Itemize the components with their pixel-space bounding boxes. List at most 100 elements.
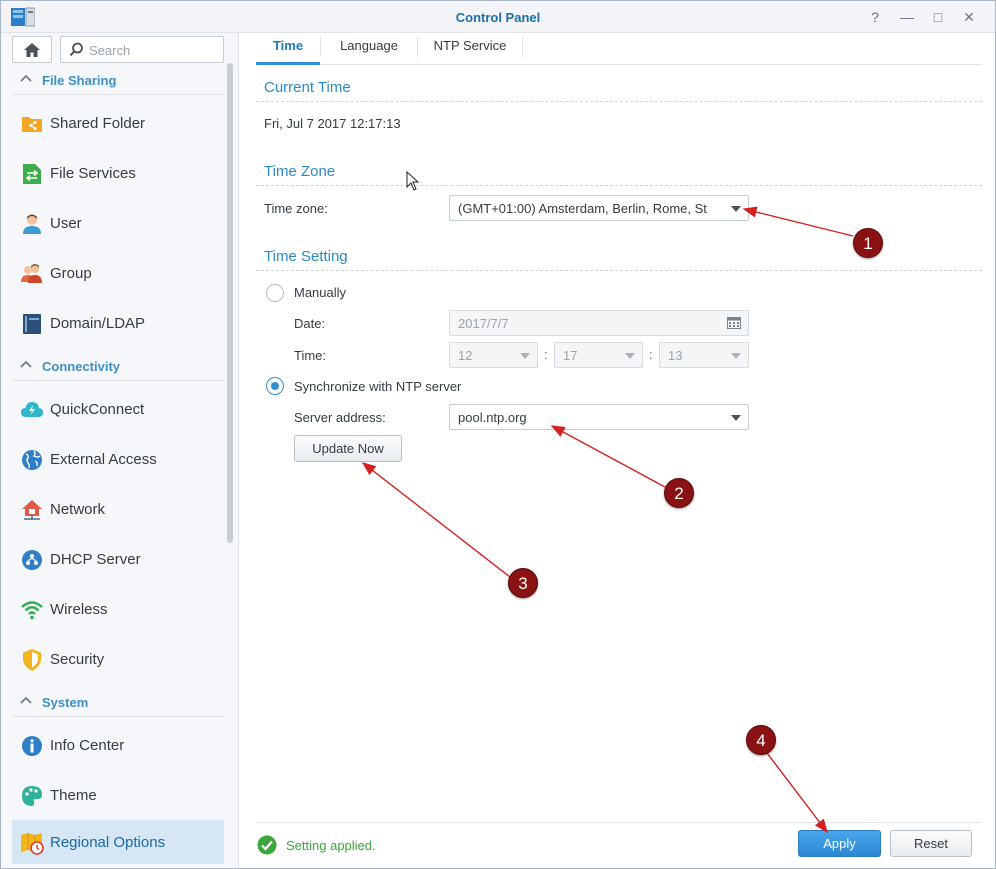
sidebar-item-wireless[interactable]: Wireless	[12, 587, 224, 631]
sidebar-scroll-thumb[interactable]	[227, 63, 233, 543]
info-icon	[22, 736, 42, 756]
title-bar[interactable]: Control Panel ? — □ ✕	[1, 1, 995, 33]
calendar-icon[interactable]	[727, 317, 741, 329]
divider	[256, 101, 982, 102]
chevron-up-icon	[20, 360, 32, 368]
file-services-icon	[23, 164, 41, 184]
group-icon	[21, 264, 42, 283]
time-colon: :	[649, 347, 653, 362]
time-setting-heading: Time Setting	[264, 248, 348, 265]
search-icon	[69, 42, 83, 57]
sidebar-item-regional-options[interactable]: Regional Options	[12, 820, 224, 864]
shared-folder-icon	[22, 117, 42, 132]
date-field[interactable]: 2017/7/7	[449, 310, 749, 336]
control-panel-window: Control Panel ? — □ ✕ File Sharing	[0, 0, 996, 869]
sidebar-item-label: Info Center	[50, 737, 125, 754]
minute-select[interactable]: 17	[554, 342, 643, 368]
section-label: System	[42, 695, 89, 710]
current-time-heading: Current Time	[264, 79, 351, 96]
sidebar-item-label: Wireless	[50, 601, 108, 618]
sidebar-item-label: DHCP Server	[50, 551, 141, 568]
ntp-radio[interactable]	[266, 377, 284, 395]
user-icon	[23, 214, 41, 234]
annotation-marker-2: 2	[664, 478, 694, 508]
sidebar-item-user[interactable]: User	[12, 201, 224, 245]
hour-value: 12	[458, 348, 473, 363]
check-circle-icon	[257, 835, 277, 855]
chevron-down-icon[interactable]	[731, 353, 741, 359]
chevron-down-icon[interactable]	[731, 206, 741, 212]
maximize-button[interactable]: □	[928, 7, 948, 27]
network-icon	[22, 500, 42, 520]
sidebar-item-label: Shared Folder	[50, 115, 146, 132]
search-box[interactable]	[60, 36, 224, 63]
help-button[interactable]: ?	[865, 7, 885, 27]
second-select[interactable]: 13	[659, 342, 749, 368]
annotation-marker-1: 1	[853, 228, 883, 258]
time-zone-select[interactable]: (GMT+01:00) Amsterdam, Berlin, Rome, St	[449, 195, 749, 221]
sidebar-item-label: Network	[50, 501, 106, 518]
tab-time[interactable]: Time	[256, 33, 320, 65]
sidebar-scrollbar[interactable]	[227, 63, 233, 573]
close-button[interactable]: ✕	[959, 7, 979, 27]
sidebar-item-label: Group	[50, 265, 92, 282]
section-connectivity[interactable]: Connectivity	[12, 351, 224, 381]
section-system[interactable]: System	[12, 687, 224, 717]
tab-separator	[522, 37, 523, 57]
sidebar-item-file-services[interactable]: File Services	[12, 151, 224, 195]
sidebar-item-domain-ldap[interactable]: Domain/LDAP	[12, 301, 224, 345]
date-label: Date:	[294, 316, 326, 331]
manual-label: Manually	[294, 285, 347, 300]
wireless-icon	[21, 601, 43, 620]
update-now-button[interactable]: Update Now	[294, 435, 402, 462]
sidebar-item-theme[interactable]: Theme	[12, 773, 224, 817]
sidebar-item-label: QuickConnect	[50, 401, 145, 418]
current-time-value: Fri, Jul 7 2017 12:17:13	[264, 116, 401, 131]
chevron-down-icon[interactable]	[625, 353, 635, 359]
status-message: Setting applied.	[286, 838, 376, 853]
sidebar-item-shared-folder[interactable]: Shared Folder	[12, 101, 224, 145]
minute-value: 17	[563, 348, 578, 363]
apply-button[interactable]: Apply	[798, 830, 881, 857]
chevron-up-icon	[20, 74, 32, 82]
regional-icon	[21, 833, 44, 855]
sidebar-item-label: Domain/LDAP	[50, 315, 146, 332]
tab-language[interactable]: Language	[321, 33, 417, 65]
server-address-select[interactable]: pool.ntp.org	[449, 404, 749, 430]
divider	[256, 270, 982, 271]
sidebar-item-quickconnect[interactable]: QuickConnect	[12, 387, 224, 431]
sidebar-item-security[interactable]: Security	[12, 637, 224, 681]
chevron-down-icon[interactable]	[520, 353, 530, 359]
sidebar-item-external-access[interactable]: External Access	[12, 437, 224, 481]
sidebar-item-dhcp-server[interactable]: DHCP Server	[12, 537, 224, 581]
sidebar-item-label: File Services	[50, 165, 136, 182]
chevron-up-icon	[20, 696, 32, 704]
annotation-marker-4: 4	[746, 725, 776, 755]
sidebar-item-label: Regional Options	[50, 834, 166, 851]
time-label: Time:	[294, 348, 327, 363]
reset-button[interactable]: Reset	[890, 830, 972, 857]
sidebar-item-label: User	[50, 215, 82, 232]
sidebar-item-network[interactable]: Network	[12, 487, 224, 531]
manual-radio[interactable]	[266, 284, 284, 302]
annotation-marker-3: 3	[508, 568, 538, 598]
home-button[interactable]	[12, 36, 52, 63]
section-file-sharing[interactable]: File Sharing	[12, 65, 224, 95]
hour-select[interactable]: 12	[449, 342, 538, 368]
time-zone-value: (GMT+01:00) Amsterdam, Berlin, Rome, St	[458, 201, 707, 216]
main-panel: Time Language NTP Service Current Time F…	[240, 33, 995, 868]
time-zone-heading: Time Zone	[264, 163, 336, 180]
server-address-label: Server address:	[294, 410, 386, 425]
home-icon	[24, 42, 40, 57]
sidebar-item-label: Theme	[50, 787, 97, 804]
sidebar-item-group[interactable]: Group	[12, 251, 224, 295]
minimize-button[interactable]: —	[897, 7, 917, 27]
date-value: 2017/7/7	[458, 316, 509, 331]
tab-ntp-service[interactable]: NTP Service	[418, 33, 522, 65]
tab-bar: Time Language NTP Service	[256, 33, 982, 65]
sidebar-item-label: External Access	[50, 451, 157, 468]
chevron-down-icon[interactable]	[731, 415, 741, 421]
search-input[interactable]	[89, 41, 219, 59]
dhcp-icon	[22, 550, 42, 570]
sidebar-item-info-center[interactable]: Info Center	[12, 723, 224, 767]
